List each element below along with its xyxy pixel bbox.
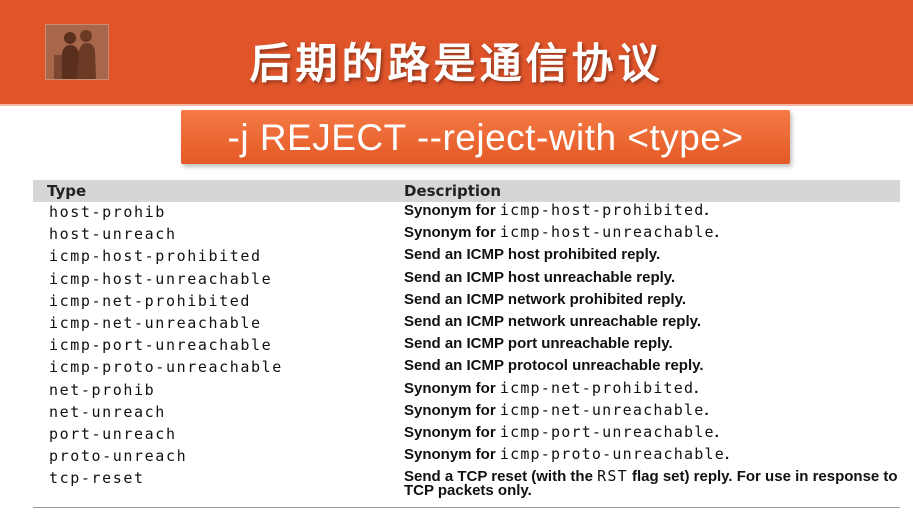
type-cell: port-unreach [49,424,177,443]
type-cell: icmp-host-prohibited [49,247,262,266]
description-text: Synonym for [404,423,500,441]
description-code: icmp-port-unreachable [499,422,715,441]
description-code: icmp-proto-unreachable [499,445,725,464]
description-text: Synonym for [404,446,500,464]
banner-divider [0,104,913,106]
slide-title: 后期的路是通信协议 [249,39,664,88]
description-text: Send an ICMP host unreachable reply. [404,268,676,286]
type-cell: host-prohib [49,203,166,221]
description-code: icmp-net-unreachable [499,400,705,419]
type-cell: icmp-net-prohibited [49,291,251,310]
description-cell: Synonym for icmp-port-unreachable. [404,422,904,441]
type-cell: icmp-port-unreachable [49,336,273,355]
type-cell: proto-unreach [49,447,188,466]
type-cell: net-prohib [49,380,156,399]
type-cell: icmp-host-unreachable [49,269,273,288]
description-code: RST [597,467,628,486]
description-text: Synonym for [404,379,500,397]
description-cell: Send an ICMP protocol unreachable reply. [404,358,904,373]
table-row: icmp-net-prohibited Send an ICMP network … [33,291,900,313]
description-cell: Synonym for icmp-proto-unreachable. [404,445,904,464]
description-text-end: . [704,401,709,419]
table-row: net-prohib Synonym for icmp-net-prohibite… [33,380,900,402]
description-cell: Send an ICMP network unreachable reply. [404,314,904,329]
table-row: icmp-port-unreachable Send an ICMP port u… [33,335,900,357]
description-text: Send an ICMP protocol unreachable reply. [404,357,704,375]
description-code: icmp-net-prohibited [499,378,695,397]
description-text: Synonym for [404,224,500,242]
table-row: icmp-host-prohibited Send an ICMP host pr… [33,246,900,268]
description-cell: Synonym for icmp-net-unreachable. [404,400,904,419]
description-text-end: . [714,423,719,441]
table-row: icmp-host-unreachable Send an ICMP host u… [33,269,900,291]
description-text: Send an ICMP network unreachable reply. [404,312,702,330]
column-header-type: Type [47,182,87,200]
table-header-row: Type Description [33,180,900,202]
description-text: Synonym for [404,202,500,219]
description-cell: Send an ICMP host unreachable reply. [404,270,904,285]
description-cell: Synonym for icmp-host-unreachable. [404,223,904,242]
description-text: Synonym for [404,401,500,419]
command-text: -j REJECT --reject-with <type> [227,117,744,158]
description-text-end: . [694,379,699,397]
description-text: Send an ICMP port unreachable reply. [404,335,673,353]
type-cell: host-unreach [49,225,177,244]
type-cell: net-unreach [49,402,166,421]
column-header-description: Description [404,182,502,200]
description-cell: Send an ICMP host prohibited reply. [404,247,904,262]
table-row: proto-unreach Synonym for icmp-proto-unre… [33,446,900,468]
type-cell: tcp-reset [49,469,145,488]
description-text: Send an ICMP host prohibited reply. [404,246,661,264]
type-cell: icmp-net-unreachable [49,313,262,332]
description-text-end: . [724,446,730,464]
table-row: port-unreach Synonym for icmp-port-unreac… [33,424,900,446]
table-row: icmp-net-unreachable Send an ICMP network… [33,313,900,335]
table-row: icmp-proto-unreachable Send an ICMP proto… [33,357,900,379]
table-bottom-border [33,507,900,508]
description-cell: Send an ICMP port unreachable reply. [404,336,904,351]
table-row: net-unreach Synonym for icmp-net-unreacha… [33,402,900,424]
reject-types-table: Type Description host-prohib Synonym for … [33,180,900,498]
description-text-end: . [704,202,709,219]
table-row: host-unreach Synonym for icmp-host-unreac… [33,224,900,246]
description-cell: Send a TCP reset (with the RST flag set)… [404,467,904,499]
description-text: Send an ICMP network prohibited reply. [404,290,686,308]
command-box: -j REJECT --reject-with <type> [181,110,790,164]
description-text-end: . [714,224,719,242]
description-code: icmp-host-unreachable [499,223,715,242]
table-row: tcp-reset Send a TCP reset (with the RST… [33,468,900,499]
description-code: icmp-host-prohibited [499,201,705,219]
description-cell: Send an ICMP network prohibited reply. [404,292,904,307]
table-row: host-prohib Synonym for icmp-host-prohibi… [33,202,900,224]
description-cell: Synonym for icmp-host-prohibited. [404,201,904,219]
type-cell: icmp-proto-unreachable [49,358,283,377]
description-cell: Synonym for icmp-net-prohibited. [404,378,904,397]
